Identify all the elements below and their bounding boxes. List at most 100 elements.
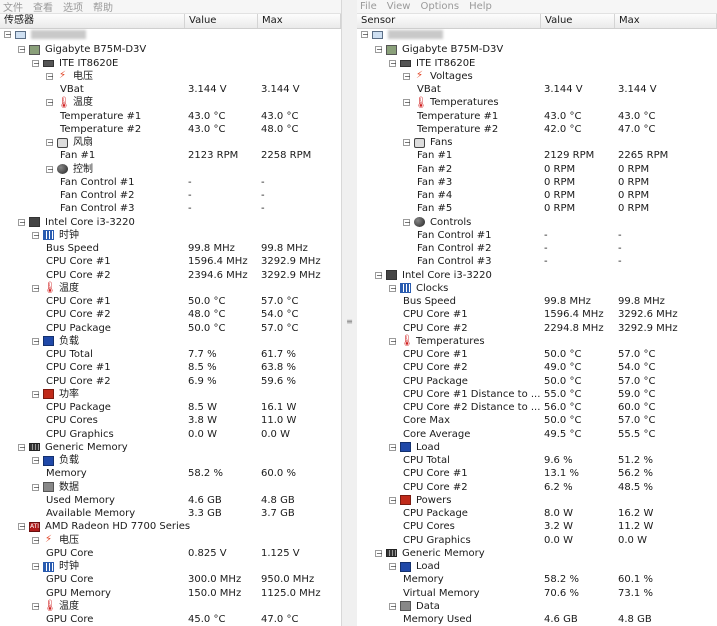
collapse-toggle-icon[interactable]: − — [403, 139, 411, 147]
sensor-row[interactable]: Memory 58.2 % 60.1 % — [357, 573, 717, 586]
sensor-row[interactable]: CPU Cores 3.2 W 11.2 W — [357, 520, 717, 533]
sensor-row[interactable]: Fan Control #1 - - — [357, 229, 717, 242]
sensor-row[interactable]: Fan #5 0 RPM 0 RPM — [357, 202, 717, 215]
sensor-row[interactable]: CPU Core #2 Distance to ... 56.0 °C 60.0 °… — [357, 401, 717, 414]
column-max[interactable]: Max — [615, 14, 717, 28]
collapse-toggle-icon[interactable]: − — [375, 271, 383, 279]
tree-group-row[interactable]: − ITE IT8620E — [0, 57, 341, 70]
tree-group-row[interactable]: − 负载 — [0, 335, 341, 348]
sensor-row[interactable]: Temperature #2 42.0 °C 47.0 °C — [357, 123, 717, 136]
sensor-row[interactable]: CPU Core #1 13.1 % 56.2 % — [357, 467, 717, 480]
sensor-row[interactable]: CPU Package 50.0 °C 57.0 °C — [357, 375, 717, 388]
tree-group-row[interactable]: − Load — [357, 560, 717, 573]
sensor-row[interactable]: CPU Core #2 2394.6 MHz 3292.9 MHz — [0, 269, 341, 282]
tree-group-row[interactable]: − ⚡ 电压 — [0, 534, 341, 547]
tree-group-row[interactable]: − ⚡ Voltages — [357, 70, 717, 83]
column-value[interactable]: Value — [185, 14, 258, 28]
collapse-toggle-icon[interactable]: − — [403, 218, 411, 226]
sensor-row[interactable]: GPU Core 0.825 V 1.125 V — [0, 547, 341, 560]
tree-group-row[interactable]: − ITE IT8620E — [357, 57, 717, 70]
tree-group-row[interactable]: − 🌡 温度 — [0, 282, 341, 295]
tree-group-row[interactable]: − Intel Core i3-3220 — [0, 216, 341, 229]
collapse-toggle-icon[interactable]: − — [32, 536, 40, 544]
collapse-toggle-icon[interactable]: − — [389, 59, 397, 67]
collapse-toggle-icon[interactable]: − — [18, 443, 26, 451]
collapse-toggle-icon[interactable]: − — [32, 337, 40, 345]
collapse-toggle-icon[interactable]: − — [32, 563, 40, 571]
collapse-toggle-icon[interactable]: − — [4, 31, 12, 39]
tree-group-row[interactable]: − — [0, 30, 341, 43]
menu-file[interactable]: 文件 — [3, 0, 23, 14]
collapse-toggle-icon[interactable]: − — [375, 549, 383, 557]
sensor-row[interactable]: Fan Control #3 - - — [357, 255, 717, 268]
collapse-toggle-icon[interactable]: − — [32, 284, 40, 292]
tree-group-row[interactable]: − Generic Memory — [357, 547, 717, 560]
sensor-row[interactable]: Bus Speed 99.8 MHz 99.8 MHz — [0, 242, 341, 255]
sensor-row[interactable]: GPU Memory 150.0 MHz 1125.0 MHz — [0, 587, 341, 600]
tree-group-row[interactable]: − 🌡 温度 — [0, 96, 341, 109]
tree-group-row[interactable]: − 时钟 — [0, 560, 341, 573]
sensor-row[interactable]: CPU Package 8.0 W 16.2 W — [357, 507, 717, 520]
sensor-row[interactable]: Fan #1 2129 RPM 2265 RPM — [357, 149, 717, 162]
tree-group-row[interactable]: − ATI AMD Radeon HD 7700 Series — [0, 520, 341, 533]
menu-file[interactable]: File — [360, 1, 377, 12]
sensor-row[interactable]: CPU Core #2 2294.8 MHz 3292.9 MHz — [357, 322, 717, 335]
sensor-row[interactable]: CPU Core #2 48.0 °C 54.0 °C — [0, 308, 341, 321]
tree-group-row[interactable]: − 控制 — [0, 163, 341, 176]
collapse-toggle-icon[interactable]: − — [18, 218, 26, 226]
tree-group-row[interactable]: − Clocks — [357, 282, 717, 295]
collapse-toggle-icon[interactable]: − — [375, 46, 383, 54]
sensor-row[interactable]: Temperature #2 43.0 °C 48.0 °C — [0, 123, 341, 136]
tree-group-row[interactable]: − Intel Core i3-3220 — [357, 269, 717, 282]
collapse-toggle-icon[interactable]: − — [389, 496, 397, 504]
column-value[interactable]: Value — [541, 14, 615, 28]
tree-group-row[interactable]: − ⚡ 电压 — [0, 70, 341, 83]
tree-group-row[interactable]: − Controls — [357, 216, 717, 229]
sensor-row[interactable]: CPU Graphics 0.0 W 0.0 W — [357, 534, 717, 547]
sensor-row[interactable]: Available Memory 3.3 GB 3.7 GB — [0, 507, 341, 520]
tree-group-row[interactable]: − 时钟 — [0, 229, 341, 242]
tree-group-row[interactable]: − 🌡 温度 — [0, 600, 341, 613]
sensor-row[interactable]: CPU Core #2 49.0 °C 54.0 °C — [357, 361, 717, 374]
sensor-row[interactable]: GPU Core 300.0 MHz 950.0 MHz — [0, 573, 341, 586]
sensor-row[interactable]: Core Average 49.5 °C 55.5 °C — [357, 428, 717, 441]
collapse-toggle-icon[interactable]: − — [32, 390, 40, 398]
sensor-row[interactable]: Virtual Memory 70.6 % 73.1 % — [357, 587, 717, 600]
tree-group-row[interactable]: − 风扇 — [0, 136, 341, 149]
collapse-toggle-icon[interactable]: − — [18, 523, 26, 531]
tree-group-row[interactable]: − Fans — [357, 136, 717, 149]
sensor-row[interactable]: CPU Core #2 6.2 % 48.5 % — [357, 481, 717, 494]
sensor-row[interactable]: Memory Used 4.6 GB 4.8 GB — [357, 613, 717, 626]
tree-group-row[interactable]: − 功率 — [0, 388, 341, 401]
sensor-row[interactable]: Fan #3 0 RPM 0 RPM — [357, 176, 717, 189]
sensor-row[interactable]: CPU Total 9.6 % 51.2 % — [357, 454, 717, 467]
sensor-row[interactable]: CPU Total 7.7 % 61.7 % — [0, 348, 341, 361]
sensor-row[interactable]: CPU Graphics 0.0 W 0.0 W — [0, 428, 341, 441]
sensor-row[interactable]: Memory 58.2 % 60.0 % — [0, 467, 341, 480]
collapse-toggle-icon[interactable]: − — [32, 231, 40, 239]
sensor-row[interactable]: CPU Core #1 1596.4 MHz 3292.9 MHz — [0, 255, 341, 268]
collapse-toggle-icon[interactable]: − — [389, 284, 397, 292]
menu-view[interactable]: View — [387, 1, 411, 12]
sensor-row[interactable]: Used Memory 4.6 GB 4.8 GB — [0, 494, 341, 507]
column-max[interactable]: Max — [258, 14, 341, 28]
sensor-row[interactable]: CPU Package 8.5 W 16.1 W — [0, 401, 341, 414]
tree-group-row[interactable]: − Powers — [357, 494, 717, 507]
tree-group-row[interactable]: − 数据 — [0, 481, 341, 494]
menu-options[interactable]: 选项 — [63, 0, 83, 14]
menu-help[interactable]: Help — [469, 1, 492, 12]
tree-group-row[interactable]: − Generic Memory — [0, 441, 341, 454]
sensor-row[interactable]: Fan Control #3 - - — [0, 202, 341, 215]
collapse-toggle-icon[interactable]: − — [32, 602, 40, 610]
sensor-row[interactable]: Fan #2 0 RPM 0 RPM — [357, 163, 717, 176]
sensor-row[interactable]: Fan #1 2123 RPM 2258 RPM — [0, 149, 341, 162]
collapse-toggle-icon[interactable]: − — [389, 563, 397, 571]
menu-view[interactable]: 查看 — [33, 0, 53, 14]
tree-group-row[interactable]: − Gigabyte B75M-D3V — [0, 43, 341, 56]
collapse-toggle-icon[interactable]: − — [389, 443, 397, 451]
sensor-row[interactable]: CPU Core #1 1596.4 MHz 3292.6 MHz — [357, 308, 717, 321]
tree-group-row[interactable]: − 负载 — [0, 454, 341, 467]
collapse-toggle-icon[interactable]: − — [32, 59, 40, 67]
sensor-row[interactable]: Bus Speed 99.8 MHz 99.8 MHz — [357, 295, 717, 308]
sensor-row[interactable]: VBat 3.144 V 3.144 V — [357, 83, 717, 96]
